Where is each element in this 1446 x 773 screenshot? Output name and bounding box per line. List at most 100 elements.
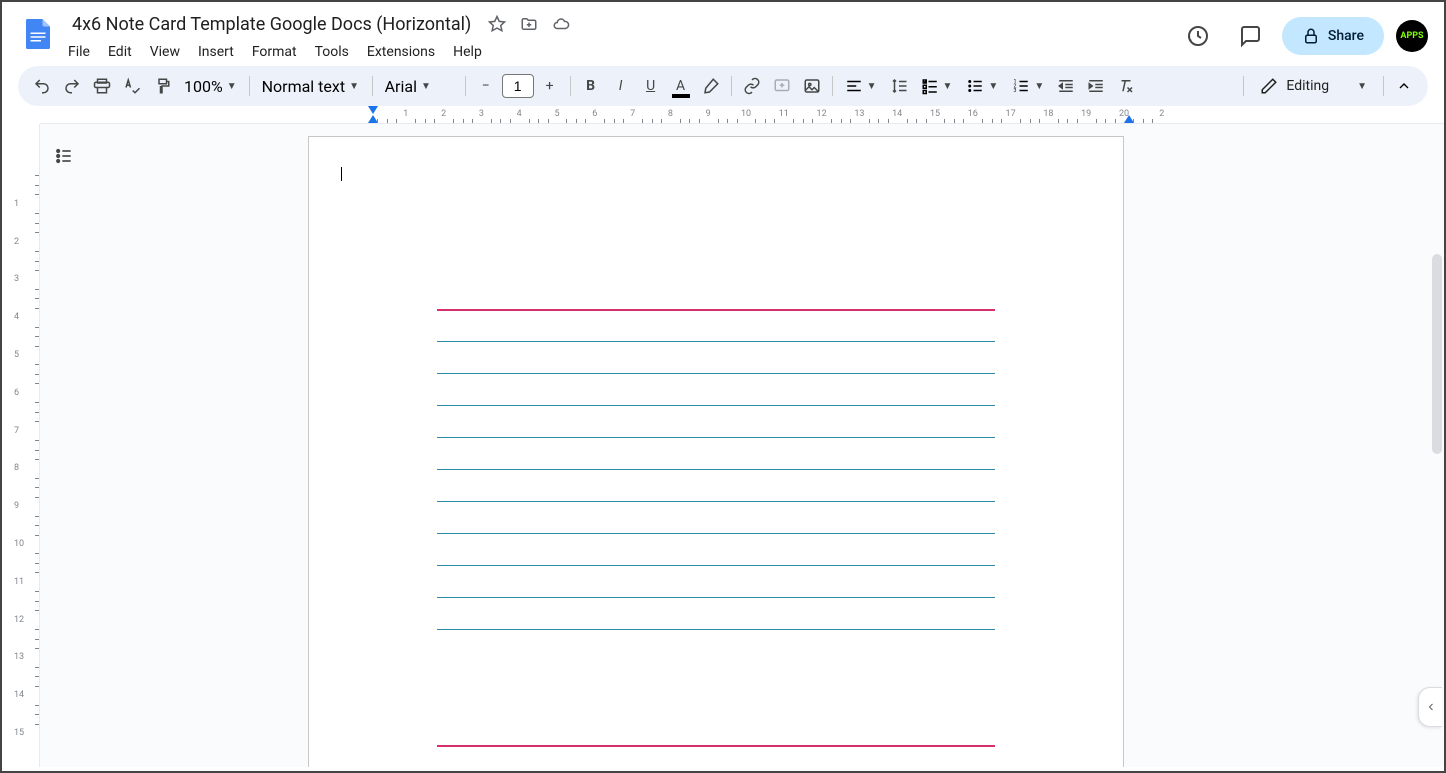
style-select[interactable]: Normal text▼ bbox=[256, 72, 366, 100]
insert-link-button[interactable] bbox=[738, 72, 766, 100]
ruler-tick bbox=[755, 119, 756, 123]
undo-button[interactable] bbox=[28, 72, 56, 100]
notecard-blue-line bbox=[437, 597, 995, 598]
share-button[interactable]: Share bbox=[1282, 17, 1384, 55]
ruler-tick bbox=[35, 374, 39, 375]
chevron-down-icon: ▼ bbox=[943, 81, 953, 92]
spellcheck-button[interactable] bbox=[118, 72, 146, 100]
ruler-tick bbox=[510, 119, 511, 123]
comments-icon[interactable] bbox=[1230, 16, 1270, 56]
clear-formatting-button[interactable] bbox=[1112, 72, 1140, 100]
ruler-tick bbox=[472, 119, 473, 123]
menu-format[interactable]: Format bbox=[244, 40, 305, 64]
indent-increase-button[interactable] bbox=[1082, 72, 1110, 100]
side-panel-toggle[interactable] bbox=[1418, 687, 1442, 727]
vertical-scrollbar[interactable] bbox=[1432, 254, 1442, 454]
paint-format-button[interactable] bbox=[148, 72, 176, 100]
checklist-select[interactable]: ▼ bbox=[915, 72, 959, 100]
ruler-tick bbox=[35, 497, 39, 498]
editing-mode-select[interactable]: Editing ▼ bbox=[1250, 72, 1377, 100]
toolbar: 100%▼ Normal text▼ Arial▼ − + B I U A ▼ … bbox=[18, 66, 1428, 106]
ruler-number: 11 bbox=[14, 577, 24, 587]
font-size-input[interactable] bbox=[502, 74, 534, 98]
ruler-tick bbox=[888, 119, 889, 123]
history-icon[interactable] bbox=[1178, 16, 1218, 56]
redo-button[interactable] bbox=[58, 72, 86, 100]
ruler-tick bbox=[35, 336, 39, 337]
star-icon[interactable] bbox=[485, 12, 509, 36]
bullet-list-select[interactable]: ▼ bbox=[960, 72, 1004, 100]
document-title[interactable]: 4x6 Note Card Template Google Docs (Hori… bbox=[66, 12, 477, 37]
chevron-down-icon: ▼ bbox=[227, 81, 237, 92]
ruler-number: 10 bbox=[14, 539, 24, 549]
insert-comment-button[interactable] bbox=[768, 72, 796, 100]
ruler-tick bbox=[1001, 119, 1002, 123]
ruler-number: 8 bbox=[668, 109, 673, 119]
ruler-tick bbox=[35, 676, 39, 677]
notecard-red-line bbox=[437, 745, 995, 747]
account-avatar[interactable]: APPS bbox=[1396, 20, 1428, 52]
ruler-tick bbox=[434, 119, 435, 123]
docs-logo-icon[interactable] bbox=[18, 14, 58, 54]
menu-insert[interactable]: Insert bbox=[190, 40, 242, 64]
ruler-tick bbox=[529, 119, 530, 123]
chevron-down-icon: ▼ bbox=[1034, 81, 1044, 92]
menu-extensions[interactable]: Extensions bbox=[359, 40, 443, 64]
font-size-increase[interactable]: + bbox=[536, 72, 564, 100]
lock-icon bbox=[1302, 27, 1320, 45]
font-select[interactable]: Arial▼ bbox=[379, 72, 459, 100]
text-color-button[interactable]: A bbox=[667, 72, 695, 100]
highlight-button[interactable] bbox=[697, 72, 725, 100]
menu-view[interactable]: View bbox=[142, 40, 188, 64]
ruler-tick bbox=[1020, 119, 1021, 123]
menu-bar: File Edit View Insert Format Tools Exten… bbox=[60, 40, 1178, 64]
ruler-number: 10 bbox=[741, 109, 751, 119]
ruler-tick bbox=[1058, 119, 1059, 123]
ruler-tick bbox=[35, 383, 39, 384]
italic-button[interactable]: I bbox=[607, 72, 635, 100]
ruler-number: 2 bbox=[14, 237, 19, 247]
ruler-tick bbox=[35, 572, 39, 573]
ruler-tick bbox=[869, 119, 870, 123]
font-size-decrease[interactable]: − bbox=[472, 72, 500, 100]
ruler-tick bbox=[35, 327, 39, 328]
menu-file[interactable]: File bbox=[60, 40, 98, 64]
bold-button[interactable]: B bbox=[577, 72, 605, 100]
ruler-tick bbox=[35, 213, 39, 214]
underline-button[interactable]: U bbox=[637, 72, 665, 100]
menu-tools[interactable]: Tools bbox=[307, 40, 357, 64]
ruler-tick bbox=[35, 478, 39, 479]
menu-edit[interactable]: Edit bbox=[100, 40, 140, 64]
outline-toggle-icon[interactable] bbox=[50, 142, 78, 170]
ruler-tick bbox=[35, 364, 39, 365]
ruler-tick bbox=[35, 601, 39, 602]
document-page[interactable] bbox=[308, 136, 1124, 767]
ruler-tick bbox=[1030, 119, 1031, 123]
indent-decrease-button[interactable] bbox=[1052, 72, 1080, 100]
vertical-ruler[interactable]: 123456789101112131415 bbox=[2, 124, 40, 767]
notecard-blue-line bbox=[437, 405, 995, 406]
horizontal-ruler[interactable]: 12345678910111213141516171819202 bbox=[40, 106, 1444, 124]
insert-image-button[interactable] bbox=[798, 72, 826, 100]
content-area: 123456789101112131415 bbox=[2, 124, 1444, 767]
text-color-swatch bbox=[672, 94, 690, 98]
separator bbox=[1243, 76, 1244, 96]
align-select[interactable]: ▼ bbox=[839, 72, 883, 100]
notecard-blue-line bbox=[437, 629, 995, 630]
separator bbox=[465, 76, 466, 96]
document-canvas[interactable] bbox=[40, 124, 1444, 767]
ruler-tick bbox=[1096, 119, 1097, 123]
ruler-number: 12 bbox=[14, 615, 24, 625]
move-icon[interactable] bbox=[517, 12, 541, 36]
indent-left-down-marker[interactable] bbox=[368, 106, 378, 114]
ruler-tick bbox=[680, 119, 681, 123]
line-spacing-button[interactable] bbox=[885, 72, 913, 100]
numbered-list-select[interactable]: 123▼ bbox=[1006, 72, 1050, 100]
menu-help[interactable]: Help bbox=[445, 40, 490, 64]
cloud-status-icon[interactable] bbox=[549, 12, 573, 36]
ruler-tick bbox=[614, 119, 615, 123]
print-button[interactable] bbox=[88, 72, 116, 100]
zoom-select[interactable]: 100%▼ bbox=[178, 72, 243, 100]
collapse-toolbar-button[interactable] bbox=[1390, 72, 1418, 100]
ruler-number: 5 bbox=[14, 350, 19, 360]
